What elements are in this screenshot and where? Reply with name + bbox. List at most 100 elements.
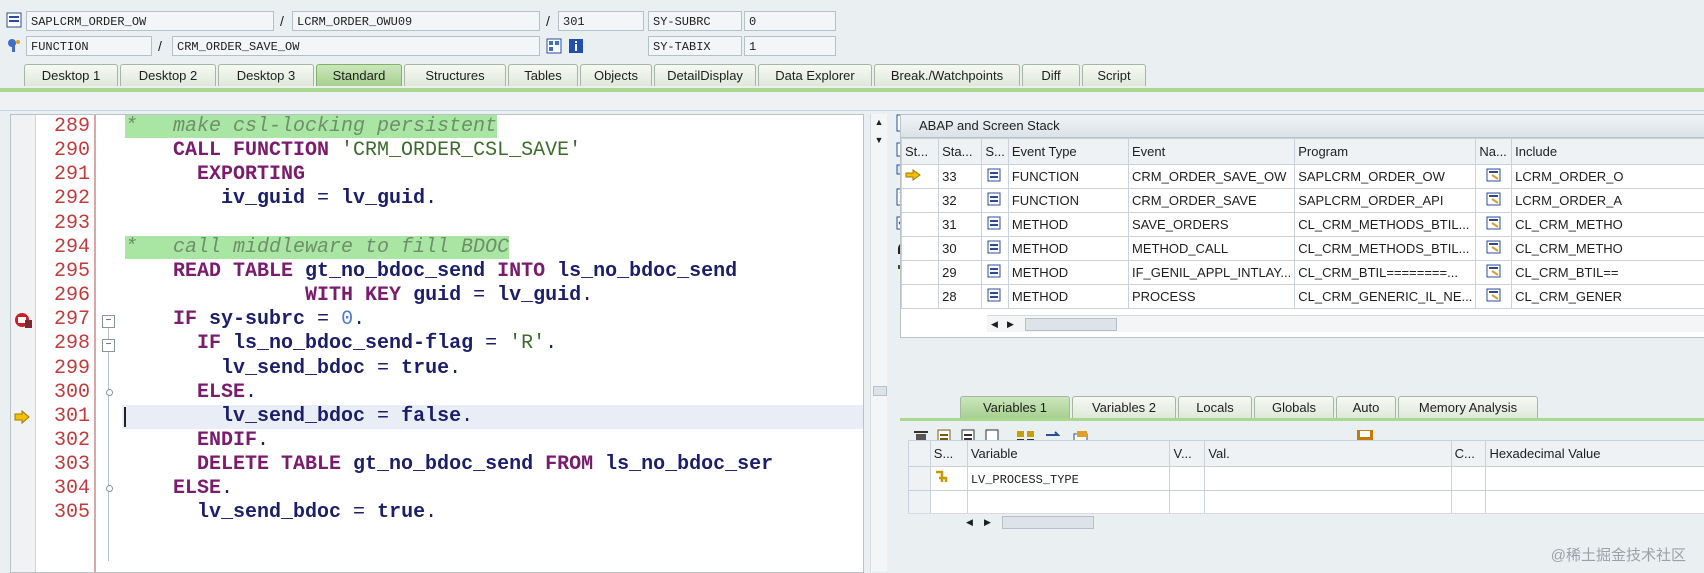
scroll-left-icon[interactable]: ◀	[966, 514, 973, 530]
code-line[interactable]: IF ls_no_bdoc_send-flag = 'R'.	[125, 332, 557, 356]
stack-column-header[interactable]: Na...	[1476, 139, 1512, 165]
stack-cell[interactable]: CRM_ORDER_SAVE_OW	[1129, 165, 1295, 189]
stack-cell[interactable]	[902, 213, 939, 237]
tab-break-watchpoints[interactable]: Break./Watchpoints	[874, 64, 1020, 86]
code-line[interactable]: CALL FUNCTION 'CRM_ORDER_CSL_SAVE'	[125, 139, 581, 163]
stack-cell[interactable]	[902, 165, 939, 189]
scroll-thumb[interactable]	[1002, 516, 1094, 529]
tab-desktop-3[interactable]: Desktop 3	[218, 64, 314, 86]
stack-row[interactable]: 32 FUNCTIONCRM_ORDER_SAVESAPLCRM_ORDER_AP…	[902, 189, 1704, 213]
stack-cell[interactable]	[982, 165, 1009, 189]
variables-column-header[interactable]: S...	[930, 441, 967, 467]
type-field[interactable]: FUNCTION	[26, 36, 152, 56]
row-selector-header[interactable]	[909, 441, 931, 467]
variables-column-header[interactable]: C...	[1451, 441, 1486, 467]
stack-cell[interactable]: METHOD	[1008, 285, 1128, 309]
code-line[interactable]: EXPORTING	[125, 163, 305, 187]
code-line[interactable]: ENDIF.	[125, 429, 269, 453]
stack-cell[interactable]	[902, 285, 939, 309]
stack-cell[interactable]	[1476, 261, 1512, 285]
code-line[interactable]: lv_send_bdoc = true.	[125, 357, 461, 381]
variable-cell[interactable]	[1170, 467, 1205, 491]
stack-cell[interactable]	[982, 237, 1009, 261]
stack-cell[interactable]: LCRM_ORDER_O	[1512, 165, 1704, 189]
stack-row[interactable]: 30METHODMETHOD_CALLCL_CRM_METHODS_BTIL..…	[902, 237, 1704, 261]
stack-cell[interactable]: 33	[939, 165, 982, 189]
stack-cell[interactable]	[982, 261, 1009, 285]
var-tab-variables-2[interactable]: Variables 2	[1072, 396, 1176, 418]
stack-cell[interactable]: FUNCTION	[1008, 165, 1128, 189]
editor-scrollbar[interactable]: ▲ ▼	[870, 114, 887, 571]
variable-cell[interactable]	[930, 467, 967, 491]
tab-data-explorer[interactable]: Data Explorer	[758, 64, 872, 86]
stack-cell[interactable]: FUNCTION	[1008, 189, 1128, 213]
navigate-icon[interactable]	[1486, 216, 1502, 230]
code-line[interactable]: READ TABLE gt_no_bdoc_send INTO ls_no_bd…	[125, 260, 737, 284]
stack-cell[interactable]: METHOD	[1008, 237, 1128, 261]
info-icon[interactable]	[568, 38, 584, 54]
stack-cell[interactable]: IF_GENIL_APPL_INTLAY...	[1129, 261, 1295, 285]
fold-toggle-if-inner[interactable]: −	[102, 339, 115, 352]
variables-column-header[interactable]: Val.	[1205, 441, 1451, 467]
code-line[interactable]: lv_send_bdoc = false.	[125, 405, 473, 429]
stack-cell[interactable]: SAPLCRM_ORDER_API	[1295, 189, 1476, 213]
stack-cell[interactable]: CL_CRM_METHO	[1512, 237, 1704, 261]
variables-scrollbar[interactable]: ◀ ▶	[908, 513, 1704, 530]
scroll-right-icon[interactable]: ▶	[1007, 316, 1014, 332]
tab-standard[interactable]: Standard	[316, 64, 402, 86]
stack-cell[interactable]: CL_CRM_METHODS_BTIL...	[1295, 213, 1476, 237]
tab-script[interactable]: Script	[1082, 64, 1146, 86]
tab-desktop-2[interactable]: Desktop 2	[120, 64, 216, 86]
variables-column-header[interactable]: Variable	[967, 441, 1170, 467]
source-code-editor[interactable]: 2892902912922932942952962972982993003013…	[10, 114, 864, 573]
stack-cell[interactable]: CL_CRM_BTIL========...	[1295, 261, 1476, 285]
stack-row[interactable]: 31METHODSAVE_ORDERSCL_CRM_METHODS_BTIL..…	[902, 213, 1704, 237]
include-field[interactable]: LCRM_ORDER_OWU09	[292, 11, 540, 31]
stack-cell[interactable]: CRM_ORDER_SAVE	[1129, 189, 1295, 213]
var-tab-auto[interactable]: Auto	[1336, 396, 1396, 418]
tab-objects[interactable]: Objects	[580, 64, 652, 86]
scroll-down-icon[interactable]: ▼	[873, 134, 885, 146]
stack-column-header[interactable]: St...	[902, 139, 939, 165]
stack-column-header[interactable]: S...	[982, 139, 1009, 165]
code-line[interactable]: DELETE TABLE gt_no_bdoc_send FROM ls_no_…	[125, 453, 773, 477]
stack-cell[interactable]	[982, 213, 1009, 237]
code-line[interactable]: ELSE.	[125, 477, 233, 501]
stack-column-header[interactable]: Sta...	[939, 139, 982, 165]
tab-structures[interactable]: Structures	[404, 64, 506, 86]
tab-diff[interactable]: Diff	[1022, 64, 1080, 86]
stack-cell[interactable]: CL_CRM_GENER	[1512, 285, 1704, 309]
variable-cell[interactable]	[1486, 467, 1704, 491]
stack-cell[interactable]: 32	[939, 189, 982, 213]
empty-row[interactable]	[909, 491, 1704, 515]
stack-cell[interactable]: METHOD	[1008, 261, 1128, 285]
variables-column-header[interactable]: V...	[1170, 441, 1205, 467]
stack-cell[interactable]	[1476, 189, 1512, 213]
stack-cell[interactable]: METHOD	[1008, 213, 1128, 237]
stack-cell[interactable]: CL_CRM_METHO	[1512, 213, 1704, 237]
stack-cell[interactable]: CL_CRM_BTIL==	[1512, 261, 1704, 285]
var-tab-locals[interactable]: Locals	[1178, 396, 1252, 418]
code-line[interactable]: WITH KEY guid = lv_guid.	[125, 284, 593, 308]
tab-detaildisplay[interactable]: DetailDisplay	[654, 64, 756, 86]
navigate-icon[interactable]	[1486, 264, 1502, 278]
stack-cell[interactable]	[1476, 213, 1512, 237]
var-tab-memory-analysis[interactable]: Memory Analysis	[1398, 396, 1538, 418]
row-selector[interactable]	[909, 467, 931, 491]
var-tab-globals[interactable]: Globals	[1254, 396, 1334, 418]
code-line[interactable]: IF sy-subrc = 0.	[125, 308, 365, 332]
var-tab-variables-1[interactable]: Variables 1	[960, 396, 1070, 418]
empty-cell[interactable]	[1205, 491, 1451, 515]
stack-scrollbar[interactable]: ◀ ▶	[987, 315, 1704, 332]
stack-cell[interactable]: PROCESS	[1129, 285, 1295, 309]
variable-cell[interactable]	[1451, 467, 1486, 491]
stack-cell[interactable]: METHOD_CALL	[1129, 237, 1295, 261]
empty-cell[interactable]	[967, 491, 1170, 515]
stack-cell[interactable]: LCRM_ORDER_A	[1512, 189, 1704, 213]
breakpoint-icon[interactable]	[13, 311, 33, 329]
variable-cell[interactable]: LV_PROCESS_TYPE	[967, 467, 1170, 491]
stack-cell[interactable]: 31	[939, 213, 982, 237]
stack-cell[interactable]	[1476, 165, 1512, 189]
empty-cell[interactable]	[1170, 491, 1205, 515]
function-name-field[interactable]: CRM_ORDER_SAVE_OW	[172, 36, 540, 56]
